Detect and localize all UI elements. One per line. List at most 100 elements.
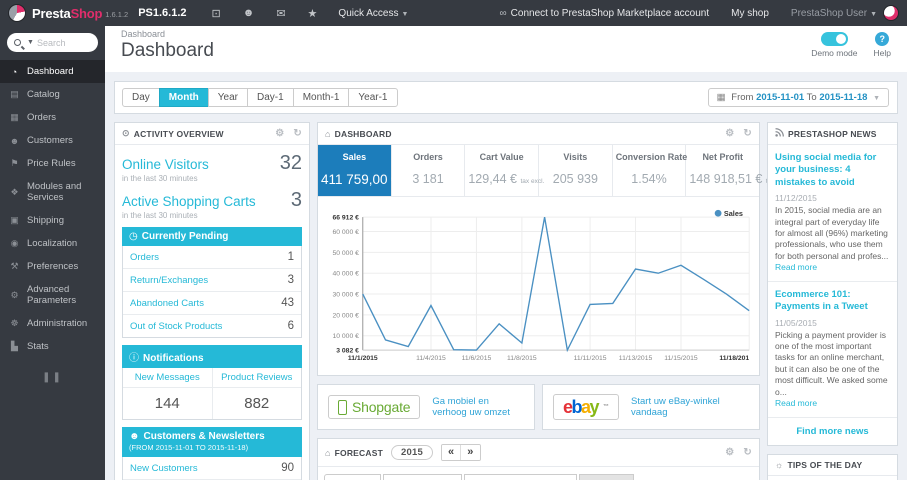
active-carts-metric: Active Shopping Carts 3 — [122, 189, 302, 212]
sidebar-item-administration[interactable]: ☸ Administration — [0, 312, 105, 335]
phone-icon — [338, 399, 347, 415]
cart-icon[interactable]: ⊡ — [212, 7, 221, 20]
sidebar-item-customers[interactable]: ☻ Customers — [0, 129, 105, 152]
find-more-news-link[interactable]: Find more news — [768, 418, 897, 445]
filter-year-button[interactable]: Year — [207, 88, 249, 107]
kpi-tab-orders[interactable]: Orders 3 181 — [392, 145, 466, 196]
refresh-icon[interactable]: ↻ — [293, 128, 302, 139]
article-title-link[interactable]: Using social media for your business: 4 … — [775, 152, 890, 189]
filter-day-1-button[interactable]: Day-1 — [247, 88, 294, 107]
svg-text:11/13/2015: 11/13/2015 — [619, 355, 653, 362]
filter-day-button[interactable]: Day — [122, 88, 160, 107]
sidebar-item-modules[interactable]: ❖ Modules and Services — [0, 175, 105, 209]
kpi-tab-visits[interactable]: Visits 205 939 — [539, 145, 613, 196]
forecast-sales-button[interactable]: Sales — [579, 474, 634, 480]
filter-month-button[interactable]: Month — [158, 88, 209, 107]
shopgate-link[interactable]: Ga mobiel en verhoog uw omzet — [432, 396, 524, 418]
rss-icon — [775, 128, 784, 139]
forecast-traffic-button[interactable]: Traffic — [324, 474, 381, 480]
demo-mode-label: Demo mode — [811, 48, 858, 58]
article-date: 11/12/2015 — [775, 193, 817, 204]
customers-newsletters-header: ☻ Customers & Newsletters (FROM 2015-11-01… — [122, 427, 302, 457]
header-widgets: Demo mode ? Help — [811, 32, 891, 58]
date-range-picker[interactable]: ▦ From 2015-11-01 To 2015-11-18 ▼ — [707, 88, 889, 107]
active-carts-caption: in the last 30 minutes — [122, 211, 198, 220]
demo-mode-toggle[interactable] — [820, 32, 848, 46]
kpi-tab-conversion-rate[interactable]: Conversion Rate 1.54% — [613, 145, 687, 196]
search-icon — [14, 39, 21, 46]
mail-icon[interactable]: ✉ — [276, 7, 285, 20]
sidebar-item-localization[interactable]: ◉ Localization — [0, 232, 105, 255]
sidebar-item-advanced-parameters[interactable]: ⚙ Advanced Parameters — [0, 278, 105, 312]
sidebar-item-shipping[interactable]: ▣ Shipping — [0, 209, 105, 232]
new-messages-link[interactable]: New Messages — [123, 368, 212, 387]
gear-icon[interactable]: ⚙ — [275, 128, 284, 139]
article-title-link[interactable]: Ecommerce 101: Payments in a Tweet — [775, 289, 890, 314]
filter-year-1-button[interactable]: Year-1 — [348, 88, 398, 107]
kpi-tab-cart-value[interactable]: Cart Value 129,44 € tax excl. — [465, 145, 544, 196]
kpi-tab-sales[interactable]: Sales 411 759,00 € tax excl. — [318, 145, 426, 196]
svg-text:Sales: Sales — [724, 209, 743, 218]
next-year-button[interactable]: » — [460, 445, 480, 460]
active-carts-link[interactable]: Active Shopping Carts — [122, 194, 256, 209]
user-avatar[interactable] — [883, 5, 899, 21]
svg-text:11/18/201: 11/18/201 — [719, 355, 749, 362]
sidebar-item-preferences[interactable]: ⚒ Preferences — [0, 255, 105, 278]
sidebar-item-stats[interactable]: ▙ Stats — [0, 335, 105, 358]
dashboard-panel-header: ⌂ DASHBOARD ⚙ ↻ — [318, 123, 759, 145]
gear-icon[interactable]: ⚙ — [725, 447, 734, 458]
ebay-logo: ebay — [563, 397, 599, 417]
book-icon: ▤ — [10, 89, 19, 99]
help-icon[interactable]: ? — [875, 32, 890, 46]
gear-icon[interactable]: ⚙ — [725, 128, 734, 139]
sidebar-search[interactable]: ▼ — [7, 33, 98, 52]
my-shop-link[interactable]: My shop — [731, 8, 769, 19]
search-scope-chevron-icon[interactable]: ▼ — [27, 39, 34, 46]
svg-text:11/1/2015: 11/1/2015 — [348, 355, 378, 362]
svg-text:40 000 €: 40 000 € — [332, 271, 359, 278]
sidebar-item-dashboard[interactable]: ◔ Dashboard — [0, 60, 105, 83]
kpi-tabs: Sales 411 759,00 € tax excl. Orders 3 181 … — [318, 145, 790, 197]
filter-month-1-button[interactable]: Month-1 — [292, 88, 350, 107]
version-label: 1.6.1.2 — [105, 10, 129, 19]
topbar: PrestaShop 1.6.1.2 PS1.6.1.2 ⊡ ☻ ✉ ★ Qui… — [0, 0, 907, 26]
customer-icon[interactable]: ☻ — [243, 7, 255, 19]
refresh-icon[interactable]: ↻ — [743, 128, 752, 139]
search-input[interactable] — [36, 37, 92, 48]
read-more-link[interactable]: Read more — [775, 398, 817, 408]
ebay-link[interactable]: Start uw eBay-winkel vandaag — [631, 396, 749, 418]
marketplace-link[interactable]: ∞ Connect to PrestaShop Marketplace accou… — [500, 8, 710, 19]
svg-text:10 000 €: 10 000 € — [332, 333, 359, 340]
breadcrumb[interactable]: Dashboard — [121, 29, 891, 39]
previous-year-button[interactable]: « — [441, 445, 461, 460]
sidebar-collapse-button[interactable]: ❚❚ — [0, 372, 105, 383]
brand-name[interactable]: PrestaShop — [32, 6, 102, 21]
forecast-conversion-button[interactable]: Conversion — [382, 474, 462, 480]
list-item: Orders 1 — [123, 246, 301, 269]
quick-access-menu[interactable]: Quick Access ▼ — [338, 8, 408, 19]
sidebar-item-orders[interactable]: ▦ Orders — [0, 106, 105, 129]
online-visitors-value: 32 — [279, 152, 302, 174]
prestashop-logo-icon[interactable] — [8, 4, 26, 22]
chevron-down-icon: ▼ — [401, 10, 409, 18]
refresh-icon[interactable]: ↻ — [743, 447, 752, 458]
news-panel-header: PRESTASHOP NEWS — [768, 123, 897, 145]
pending-list: Orders 1 Return/Exchanges 3 Abandoned Cart… — [122, 246, 302, 338]
svg-text:11/6/2015: 11/6/2015 — [462, 355, 492, 362]
user-menu[interactable]: PrestaShop User ▼ — [791, 8, 877, 19]
read-more-link[interactable]: Read more — [775, 262, 817, 272]
kpi-tab-net-profit[interactable]: Net Profit148 918,51 € tax excl. — [686, 145, 789, 196]
sidebar-item-price-rules[interactable]: ⚑ Price Rules — [0, 152, 105, 175]
lightbulb-icon: ☼ — [775, 459, 784, 470]
shop-name[interactable]: PS1.6.1.2 — [138, 7, 186, 19]
sidebar-item-catalog[interactable]: ▤ Catalog — [0, 83, 105, 106]
forecast-nav: « » — [440, 444, 481, 461]
forecast-body: Traffic Conversion Average Cart Value Sa… — [318, 467, 759, 480]
new-messages-value: 144 — [154, 395, 180, 412]
online-visitors-link[interactable]: Online Visitors — [122, 157, 209, 172]
forecast-avg-cart-button[interactable]: Average Cart Value — [464, 474, 578, 480]
svg-text:3 082 €: 3 082 € — [336, 348, 359, 355]
activity-overview-panel: ⊙ ACTIVITY OVERVIEW ⚙ ↻ Online Visitors … — [114, 122, 310, 480]
product-reviews-link[interactable]: Product Reviews — [211, 368, 302, 387]
trophy-icon[interactable]: ★ — [308, 7, 318, 20]
